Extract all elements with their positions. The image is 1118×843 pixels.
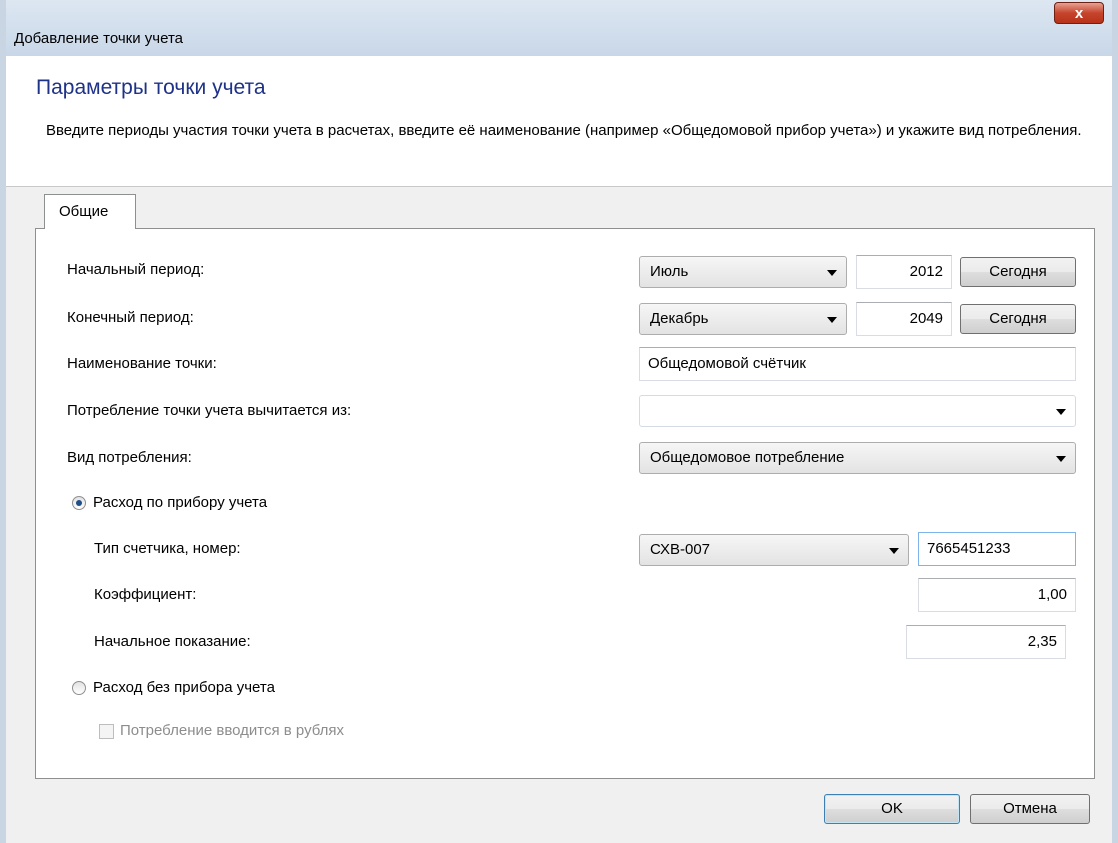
meter-type-label: Тип счетчика, номер: <box>94 540 241 557</box>
tab-panel-general: Начальный период: Июль 2012 Сегодня Коне… <box>35 228 1095 779</box>
coefficient-label: Коэффициент: <box>94 586 197 603</box>
initial-reading-label: Начальное показание: <box>94 633 251 650</box>
end-month-select[interactable]: Декабрь <box>639 303 847 335</box>
dialog-window: Добавление точки учета x Параметры точки… <box>0 0 1118 843</box>
consumption-type-value: Общедомовое потребление <box>650 449 845 466</box>
end-year-field[interactable]: 2049 <box>856 302 952 336</box>
subtracted-from-select[interactable] <box>639 395 1076 427</box>
start-month-value: Июль <box>650 263 689 280</box>
metered-radio[interactable] <box>72 496 86 510</box>
chevron-down-icon <box>827 270 837 276</box>
metered-radio-label[interactable]: Расход по прибору учета <box>93 494 267 511</box>
consumption-type-select[interactable]: Общедомовое потребление <box>639 442 1076 474</box>
end-period-label: Конечный период: <box>67 309 194 326</box>
close-icon: x <box>1074 4 1084 22</box>
dialog-header: Параметры точки учета Введите периоды уч… <box>6 56 1112 187</box>
title-bar[interactable]: Добавление точки учета x <box>6 0 1112 56</box>
consumption-type-label: Вид потребления: <box>67 449 192 466</box>
start-today-button[interactable]: Сегодня <box>960 257 1076 287</box>
close-button[interactable]: x <box>1054 2 1104 24</box>
point-name-field[interactable]: Общедомовой счётчик <box>639 347 1076 381</box>
page-title: Параметры точки учета <box>36 76 266 99</box>
meter-type-value: СХВ-007 <box>650 541 711 558</box>
unmetered-radio-label[interactable]: Расход без прибора учета <box>93 679 275 696</box>
chevron-down-icon <box>1056 409 1066 415</box>
end-today-button[interactable]: Сегодня <box>960 304 1076 334</box>
meter-number-field[interactable]: 7665451233 <box>918 532 1076 566</box>
unmetered-radio[interactable] <box>72 681 86 695</box>
ok-button[interactable]: OK <box>824 794 960 824</box>
chevron-down-icon <box>827 317 837 323</box>
subtracted-from-label: Потребление точки учета вычитается из: <box>67 402 352 419</box>
initial-reading-field[interactable]: 2,35 <box>906 625 1066 659</box>
window-title: Добавление точки учета <box>14 30 183 47</box>
rubles-checkbox-label[interactable]: Потребление вводится в рублях <box>120 722 344 739</box>
point-name-label: Наименование точки: <box>67 355 217 372</box>
end-month-value: Декабрь <box>650 310 709 327</box>
page-description: Введите периоды участия точки учета в ра… <box>46 122 1082 139</box>
start-month-select[interactable]: Июль <box>639 256 847 288</box>
rubles-checkbox[interactable] <box>99 724 114 739</box>
start-year-field[interactable]: 2012 <box>856 255 952 289</box>
start-period-label: Начальный период: <box>67 261 205 278</box>
chevron-down-icon <box>889 548 899 554</box>
cancel-button[interactable]: Отмена <box>970 794 1090 824</box>
tab-general[interactable]: Общие <box>44 194 136 229</box>
coefficient-field[interactable]: 1,00 <box>918 578 1076 612</box>
meter-type-select[interactable]: СХВ-007 <box>639 534 909 566</box>
chevron-down-icon <box>1056 456 1066 462</box>
